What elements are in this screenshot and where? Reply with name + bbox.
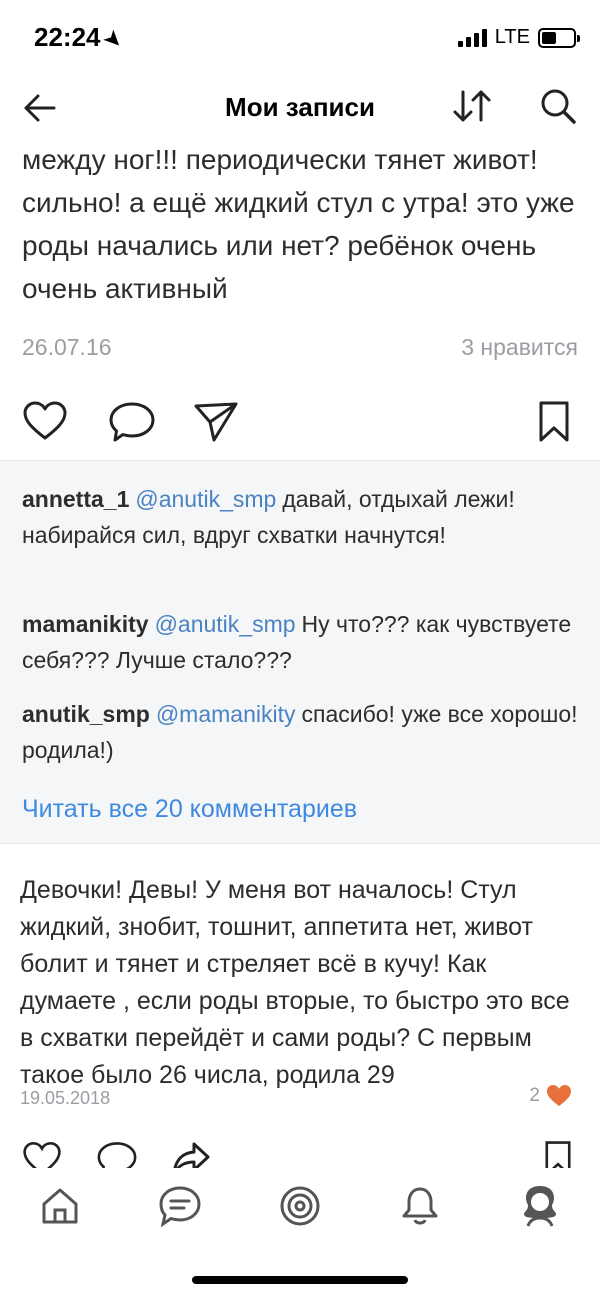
comment-author[interactable]: anutik_smp (22, 701, 150, 727)
heart-icon[interactable] (22, 1140, 62, 1168)
post-date: 26.07.16 (22, 334, 112, 360)
likes-count: 2 (529, 1085, 540, 1106)
comment-author[interactable]: annetta_1 (22, 486, 129, 512)
location-arrow-icon: ➤ (98, 26, 127, 54)
comments-section: annetta_1 @anutik_smp давай, отдыхай лежи!… (0, 460, 600, 844)
search-icon[interactable] (538, 86, 578, 126)
comment-author[interactable]: mamanikity (22, 611, 149, 637)
comment-mention[interactable]: @mamanikity (156, 701, 296, 727)
post-likes[interactable]: 2 (529, 1084, 572, 1108)
discover-icon[interactable] (278, 1184, 322, 1228)
read-all-comments-link[interactable]: Читать все 20 комментариев (22, 795, 357, 824)
comment-icon[interactable] (96, 1140, 138, 1168)
home-indicator[interactable] (192, 1276, 408, 1284)
comment-icon[interactable] (108, 400, 156, 444)
comment-item: anutik_smp @mamanikity спасибо! уже все хо… (22, 696, 582, 768)
share-icon[interactable] (192, 400, 240, 444)
post-actions (0, 1140, 600, 1168)
post-likes-count[interactable]: 3 нравится (461, 334, 578, 361)
nav-bar: Мои записи (0, 70, 600, 142)
messages-icon[interactable] (158, 1184, 202, 1228)
comment-item: mamanikity @anutik_smp Ну что??? как чувст… (22, 606, 582, 678)
sort-icon[interactable] (450, 86, 494, 126)
status-time: 22:24➤ (34, 22, 127, 54)
post-actions (0, 398, 600, 448)
post-text: Девочки! Девы! У меня вот началось! Стул… (20, 876, 570, 1089)
bookmark-icon[interactable] (542, 1140, 574, 1168)
bookmark-icon[interactable] (536, 400, 572, 444)
comment-mention[interactable]: @anutik_smp (135, 486, 276, 512)
comment-item: annetta_1 @anutik_smp давай, отдыхай лежи!… (22, 481, 582, 553)
post-text: между ног!!! периодически тянет живот! с… (22, 144, 575, 304)
page-title: Мои записи (225, 92, 375, 122)
post-date: 19.05.2018 (20, 1088, 111, 1108)
network-type: LTE (494, 26, 530, 48)
signal-icon (457, 28, 487, 47)
profile-icon[interactable] (518, 1184, 562, 1228)
notifications-icon[interactable] (398, 1184, 442, 1228)
heart-icon[interactable] (22, 400, 68, 442)
battery-icon (538, 27, 580, 48)
status-indicators: LTE (457, 26, 580, 49)
comment-mention[interactable]: @anutik_smp (155, 611, 296, 637)
post-meta: 26.07.16 3 нравится (22, 334, 578, 361)
home-icon[interactable] (38, 1184, 82, 1228)
tab-bar (0, 1168, 600, 1248)
status-bar: 22:24➤ LTE (0, 0, 600, 70)
share-icon[interactable] (170, 1140, 212, 1168)
heart-filled-icon[interactable] (546, 1084, 572, 1108)
